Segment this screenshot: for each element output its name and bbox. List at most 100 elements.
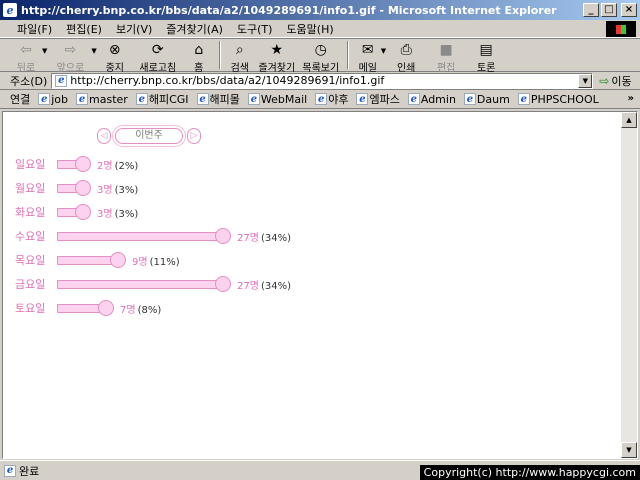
toolbar-separator <box>346 41 349 69</box>
visitor-bar <box>57 280 221 289</box>
scroll-down-icon[interactable]: ▼ <box>621 442 637 458</box>
links-more-button[interactable]: » <box>628 93 634 104</box>
link-webmail[interactable]: e WebMail <box>247 92 308 106</box>
visitor-count: 27명 <box>237 233 259 244</box>
link-happycgi[interactable]: e 해피CGI <box>135 91 189 107</box>
visitor-bar <box>57 256 116 265</box>
menu-view[interactable]: 보기(V) <box>109 21 159 37</box>
bar-end-knob <box>98 300 114 316</box>
print-button[interactable]: ⎙ 인쇄 <box>386 39 426 75</box>
day-row: 일요일 2명 (2%) <box>15 156 215 172</box>
title-bar[interactable]: e http://cherry.bnp.co.kr/bbs/data/a2/10… <box>0 0 640 20</box>
close-button[interactable]: × <box>621 3 637 17</box>
link-master[interactable]: e master <box>76 93 128 106</box>
visitor-count: 3명 <box>97 185 113 196</box>
printer-icon: ⎙ <box>400 41 412 58</box>
day-label: 일요일 <box>15 158 46 171</box>
address-url[interactable]: http://cherry.bnp.co.kr/bbs/data/a2/1049… <box>70 74 384 87</box>
link-page-icon: e <box>247 93 260 105</box>
address-dropdown-icon[interactable]: ▼ <box>578 73 593 88</box>
link-page-icon: e <box>356 93 369 105</box>
visitor-percent: (3%) <box>114 209 139 220</box>
link-label: 엠파스 <box>369 93 400 106</box>
menu-help[interactable]: 도움말(H) <box>279 21 340 37</box>
home-button[interactable]: ⌂ 홈 <box>183 39 215 75</box>
week-navigator: ◁ 이번주 ▷ <box>97 128 201 144</box>
edit-button[interactable]: ■ 편집 <box>426 39 466 75</box>
visitor-bar <box>57 232 221 241</box>
link-empas[interactable]: e 엠파스 <box>356 91 400 107</box>
link-label: Admin <box>420 92 456 106</box>
link-label: WebMail <box>260 92 308 106</box>
bar-area: 27명 (34%) <box>57 228 355 244</box>
scroll-up-icon[interactable]: ▲ <box>621 112 637 128</box>
history-button[interactable]: ◷ 목록보기 <box>299 39 343 75</box>
link-job[interactable]: e job <box>38 93 68 106</box>
address-label: 주소(D) <box>10 74 48 88</box>
day-row: 월요일 3명 (3%) <box>15 180 215 196</box>
ie-icon: e <box>3 3 17 17</box>
week-label: 이번주 <box>115 128 183 144</box>
go-button[interactable]: ⇨ 이동 <box>599 73 631 89</box>
link-page-icon: e <box>517 93 530 105</box>
forward-button[interactable]: ⇨ 앞으로 <box>47 39 93 75</box>
bar-end-knob <box>215 276 231 292</box>
menu-file[interactable]: 파일(F) <box>10 21 59 37</box>
link-page-icon: e <box>135 93 148 105</box>
maximize-button[interactable]: □ <box>601 3 617 17</box>
link-label: job <box>51 92 69 106</box>
mail-button[interactable]: ✉ 메일 <box>353 39 383 75</box>
visitor-percent: (8%) <box>137 305 162 316</box>
page-viewport: ◁ 이번주 ▷ 일요일 2명 (2%) 월요일 3명 (3%) 화요일 3명 (3%) 수요일 27… <box>2 111 638 459</box>
favorites-button[interactable]: ★ 즐겨찾기 <box>255 39 299 75</box>
search-button[interactable]: ⌕ 검색 <box>225 39 255 75</box>
day-row: 토요일 7명 (8%) <box>15 300 238 316</box>
day-label: 목요일 <box>15 254 46 267</box>
stop-icon: ⊗ <box>108 41 121 58</box>
day-row: 목요일 9명 (11%) <box>15 252 250 268</box>
windows-logo-icon <box>606 21 636 37</box>
toolbar-separator <box>218 41 221 69</box>
menu-tools[interactable]: 도구(T) <box>230 21 280 37</box>
link-phpschool[interactable]: e PHPSCHOOL <box>517 93 599 106</box>
favorites-icon: ★ <box>270 41 284 58</box>
visitor-count: 2명 <box>97 161 113 172</box>
copyright-banner: Copyright(c) http://www.happycgi.com <box>419 465 640 480</box>
link-daum[interactable]: e Daum <box>463 93 510 106</box>
visitor-percent: (2%) <box>114 161 139 172</box>
discuss-button[interactable]: ▤ 토론 <box>466 39 506 75</box>
menu-edit[interactable]: 편집(E) <box>59 21 109 37</box>
link-happymall[interactable]: e 해피몰 <box>196 91 240 107</box>
page-icon: e <box>55 74 68 87</box>
minimize-button[interactable]: _ <box>583 3 599 17</box>
home-icon: ⌂ <box>194 41 204 58</box>
refresh-icon: ⟳ <box>151 41 164 58</box>
bar-end-knob <box>110 252 126 268</box>
go-arrow-icon: ⇨ <box>599 73 610 88</box>
visitor-percent: (34%) <box>260 233 291 244</box>
day-label: 수요일 <box>15 230 46 243</box>
menu-favorites[interactable]: 즐겨찾기(A) <box>159 21 230 37</box>
day-row: 수요일 27명 (34%) <box>15 228 355 244</box>
vertical-scrollbar[interactable]: ▲ ▼ <box>621 112 637 458</box>
link-page-icon: e <box>407 93 420 105</box>
stop-button[interactable]: ⊗ 중지 <box>97 39 133 75</box>
next-week-icon: ▷ <box>187 128 201 144</box>
discuss-icon: ▤ <box>479 41 493 58</box>
refresh-button[interactable]: ⟳ 새로고침 <box>133 39 183 75</box>
menu-bar: 파일(F) 편집(E) 보기(V) 즐겨찾기(A) 도구(T) 도움말(H) <box>0 20 640 38</box>
back-button[interactable]: ⇦ 뒤로 <box>8 39 44 75</box>
bar-end-knob <box>75 180 91 196</box>
visitor-stats-image: ◁ 이번주 ▷ 일요일 2명 (2%) 월요일 3명 (3%) 화요일 3명 (3%) 수요일 27… <box>3 112 621 458</box>
bar-area: 2명 (2%) <box>57 156 215 172</box>
address-input[interactable]: e http://cherry.bnp.co.kr/bbs/data/a2/10… <box>51 72 594 89</box>
bar-area: 3명 (3%) <box>57 180 215 196</box>
prev-week-icon: ◁ <box>97 128 111 144</box>
visitor-bar <box>57 304 104 313</box>
link-page-icon: e <box>38 93 51 105</box>
mail-icon: ✉ <box>361 41 374 58</box>
visitor-stat: 27명 (34%) <box>237 277 291 292</box>
link-yahoo[interactable]: e 야후 <box>315 91 348 107</box>
link-admin[interactable]: e Admin <box>407 92 456 106</box>
link-label: master <box>89 92 128 106</box>
